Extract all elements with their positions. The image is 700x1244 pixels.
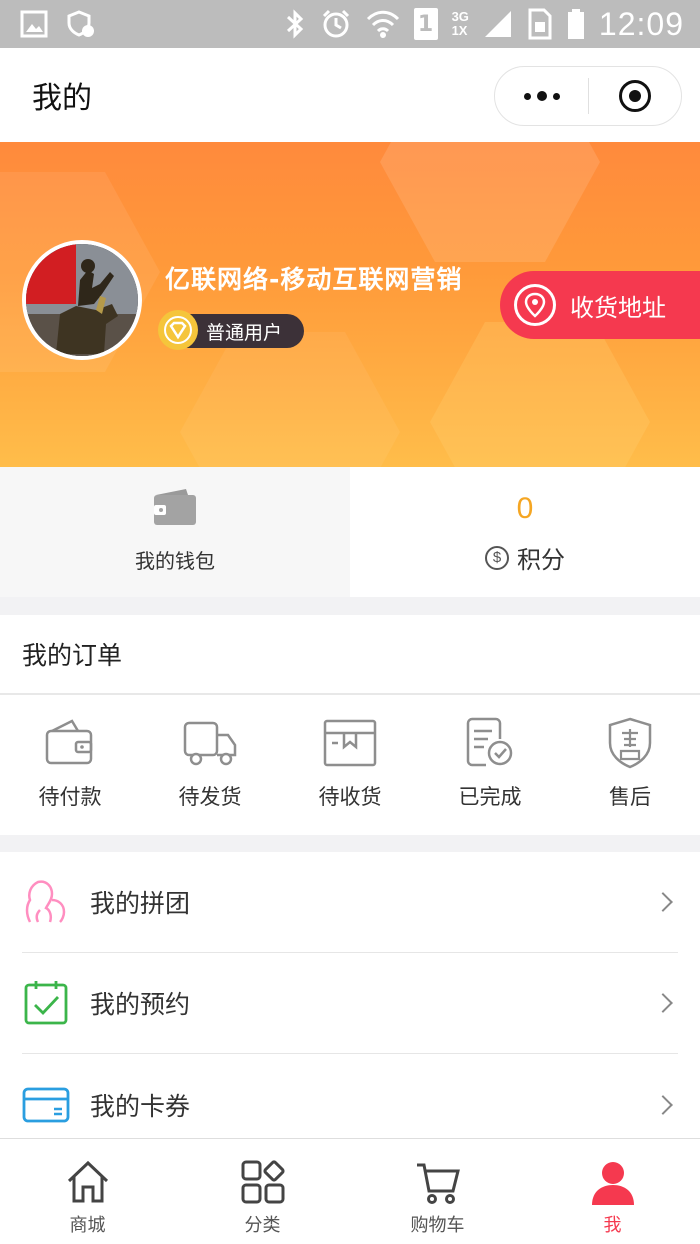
location-pin-icon xyxy=(514,284,556,326)
menu-item-coupons-label: 我的卡券 xyxy=(90,1091,191,1121)
points-label-row: $ 积分 xyxy=(485,540,565,575)
chevron-right-icon xyxy=(653,1094,673,1115)
account-stats: 我的钱包 0 $ 积分 xyxy=(0,467,700,597)
target-circle-icon xyxy=(619,80,651,112)
sim-card-icon xyxy=(528,8,552,40)
cart-icon xyxy=(415,1159,461,1205)
mini-program-capsule xyxy=(494,66,682,126)
card-coupon-icon xyxy=(22,1081,70,1129)
order-completed[interactable]: 已完成 xyxy=(420,695,560,833)
sim-slot-indicator: 1 xyxy=(413,8,438,40)
truck-icon xyxy=(183,721,237,766)
points-value: 0 xyxy=(516,492,534,525)
more-dot-icon xyxy=(523,92,531,100)
more-dot-icon xyxy=(536,91,547,101)
tab-me-label: 我 xyxy=(603,1215,622,1236)
category-icon xyxy=(240,1159,286,1205)
page-title: 我的 xyxy=(32,81,92,116)
my-wallet-button[interactable]: 我的钱包 xyxy=(0,467,350,597)
calendar-check-icon xyxy=(22,979,70,1027)
more-dot-icon xyxy=(552,92,560,100)
my-orders-title[interactable]: 我的订单 xyxy=(0,615,700,695)
menu-item-group-buy-label: 我的拼团 xyxy=(90,889,191,918)
shipping-address-button[interactable]: 收货地址 xyxy=(500,271,700,339)
points-label: 积分 xyxy=(517,546,565,574)
order-pending-payment-label: 待付款 xyxy=(38,785,102,809)
member-level-label: 普通用户 xyxy=(206,321,283,344)
order-status-row: 待付款 待发货 待收货 已完成 售后 xyxy=(0,695,700,833)
my-orders-section: 我的订单 待付款 待发货 待收货 已完成 售后 xyxy=(0,615,700,835)
tab-mall[interactable]: 商城 xyxy=(0,1139,175,1244)
clock: 12:09 xyxy=(598,5,684,42)
network-type-top: 3G xyxy=(451,9,469,24)
wifi-icon xyxy=(366,10,399,38)
order-pending-receipt-label: 待收货 xyxy=(318,785,382,809)
order-pending-receipt[interactable]: 待收货 xyxy=(280,695,420,833)
network-type: 3G 1X xyxy=(452,10,469,38)
order-completed-label: 已完成 xyxy=(458,785,522,809)
home-icon xyxy=(65,1159,111,1205)
wallet-icon xyxy=(154,489,196,525)
tab-cart[interactable]: 购物车 xyxy=(350,1139,525,1244)
order-pending-shipment-label: 待发货 xyxy=(178,785,242,809)
checked-document-icon xyxy=(466,717,513,767)
alarm-icon xyxy=(322,9,349,38)
my-wallet-label: 我的钱包 xyxy=(135,549,215,573)
menu-item-appointment[interactable]: 我的预约 xyxy=(22,953,678,1054)
diamond-badge-icon xyxy=(158,310,198,350)
more-menu-button[interactable] xyxy=(495,67,588,125)
order-after-sales-label: 售后 xyxy=(609,785,651,809)
username: 亿联网络-移动互联网营销 xyxy=(165,265,463,294)
wallet-pay-icon xyxy=(45,719,93,765)
menu-item-appointment-label: 我的预约 xyxy=(90,990,191,1019)
bluetooth-icon xyxy=(286,9,303,39)
network-type-bottom: 1X xyxy=(451,23,468,38)
chevron-right-icon xyxy=(653,892,673,912)
close-mini-program-button[interactable] xyxy=(589,67,681,125)
menu-item-group-buy[interactable]: 我的拼团 xyxy=(22,852,678,953)
chevron-right-icon xyxy=(653,993,673,1013)
group-buy-icon xyxy=(22,878,70,926)
tab-me[interactable]: 我 xyxy=(525,1139,700,1244)
navigation-bar: 我的 xyxy=(0,48,700,142)
after-sales-shield-icon xyxy=(608,717,652,769)
signal-icon xyxy=(484,11,511,37)
menu-list: 我的拼团 我的预约 我的卡券 xyxy=(0,852,700,1140)
order-after-sales[interactable]: 售后 xyxy=(560,695,700,833)
bottom-tab-bar: 商城 分类 购物车 我 xyxy=(0,1138,700,1244)
tab-category[interactable]: 分类 xyxy=(175,1139,350,1244)
order-pending-payment[interactable]: 待付款 xyxy=(0,695,140,833)
profile-banner: 亿联网络-移动互联网营销 普通用户 收货地址 xyxy=(0,142,700,467)
tab-category-label: 分类 xyxy=(244,1215,281,1236)
gallery-notification-icon xyxy=(20,10,48,38)
avatar-statue-image xyxy=(26,244,138,356)
avatar[interactable] xyxy=(22,240,142,360)
order-pending-shipment[interactable]: 待发货 xyxy=(140,695,280,833)
tab-mall-label: 商城 xyxy=(69,1215,106,1236)
shield-notification-icon xyxy=(67,10,94,37)
status-bar: 1 3G 1X 12:09 xyxy=(0,0,700,48)
tab-cart-label: 购物车 xyxy=(410,1215,465,1236)
shipping-address-label: 收货地址 xyxy=(570,293,666,322)
dollar-coin-icon: $ xyxy=(485,545,509,570)
battery-icon xyxy=(567,9,584,39)
user-icon xyxy=(590,1159,636,1205)
package-icon xyxy=(323,719,377,767)
points-button[interactable]: 0 $ 积分 xyxy=(350,467,700,597)
member-level-badge: 普通用户 xyxy=(158,310,304,350)
